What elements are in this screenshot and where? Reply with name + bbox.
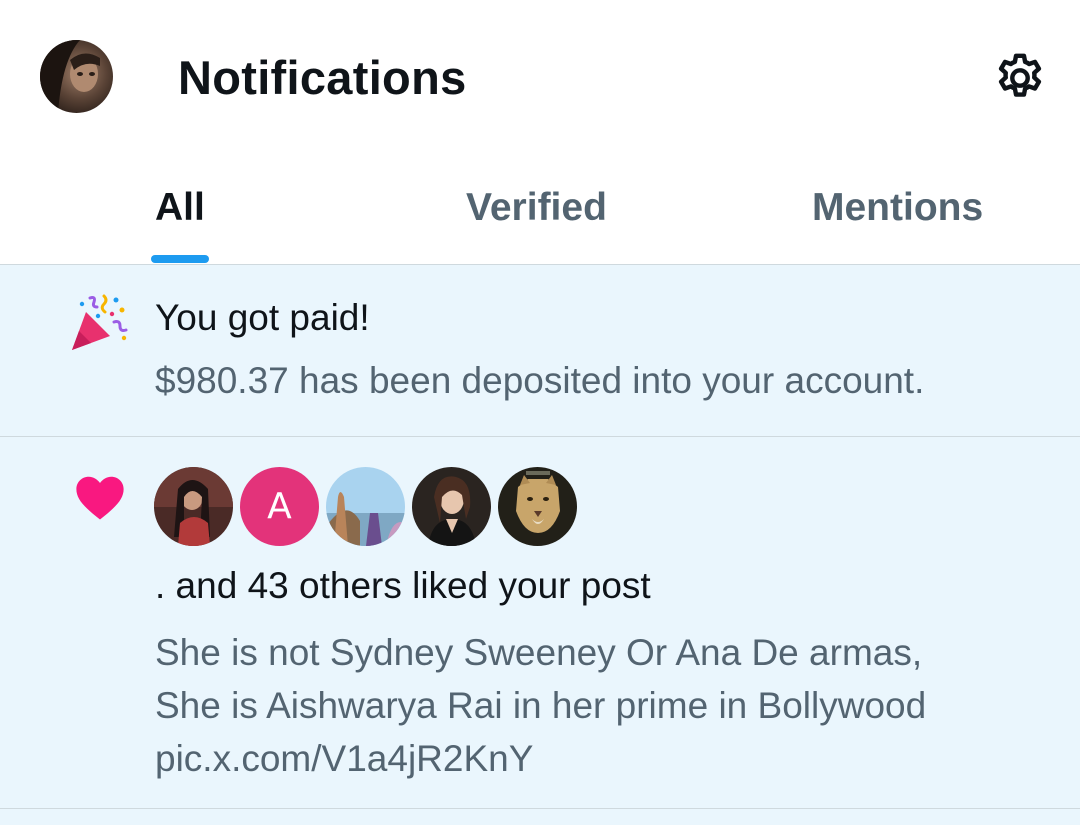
tab-mentions[interactable]: Mentions [812,186,983,230]
payment-body: $980.37 has been deposited into your acc… [155,360,925,401]
liked-post-text[interactable]: She is not Sydney Sweeney Or Ana De arma… [155,626,926,785]
post-line: She is not Sydney Sweeney Or Ana De arma… [155,632,923,673]
user-avatar[interactable] [40,40,113,113]
like-summary: . and 43 others liked your post [155,565,651,606]
liker-avatar[interactable] [498,467,577,546]
liker-avatar[interactable] [412,467,491,546]
liker-avatar-letter[interactable]: A [240,467,319,546]
liker-initial: A [267,486,292,527]
post-link[interactable]: pic.x.com/V1a4jR2KnY [155,732,926,785]
post-line: She is Aishwarya Rai in her prime in Bol… [155,685,927,726]
notification-payment[interactable] [0,265,1080,437]
next-notification-strip [0,809,1080,825]
tab-verified[interactable]: Verified [466,186,607,230]
tab-all[interactable]: All [155,186,205,230]
page-title: Notifications [178,51,467,104]
notification-tabs: All Verified Mentions [0,160,1080,265]
top-bar: Notifications [0,0,1080,160]
heart-icon [73,473,127,521]
active-tab-indicator [151,255,209,263]
gear-icon[interactable] [992,50,1048,106]
party-popper-icon [68,292,130,354]
liker-avatar[interactable] [326,467,405,546]
liker-avatar[interactable] [154,467,233,546]
payment-title: You got paid! [155,297,370,338]
